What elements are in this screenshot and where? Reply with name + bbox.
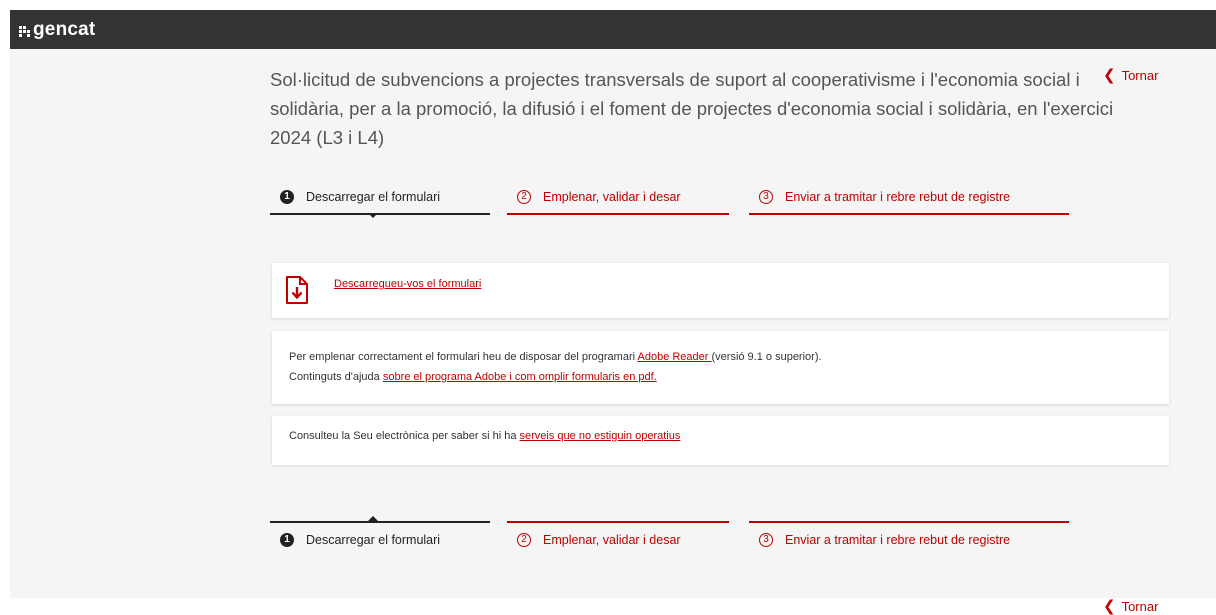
help-text: Continguts d'ajuda — [289, 371, 383, 383]
gencat-logo[interactable]: gencat — [19, 18, 95, 42]
requirements-text: Per emplenar correctament el formulari h… — [289, 351, 638, 363]
back-link-top[interactable]: ❮ Tornar — [1103, 68, 1158, 83]
adobe-help-link[interactable]: sobre el programa Adobe i com omplir for… — [383, 371, 657, 383]
page-title: Sol·licitud de subvencions a projectes t… — [270, 69, 1114, 148]
logo-text: gencat — [33, 19, 96, 40]
step-1-download[interactable]: 1 Descarregar el formulari — [270, 180, 490, 218]
version-text: (versió 9.1 o superior). — [711, 351, 822, 363]
step-number: 2 — [517, 189, 531, 204]
requirements-line-2: Continguts d'ajuda sobre el programa Ado… — [289, 367, 1169, 387]
back-link-bottom[interactable]: ❮ Tornar — [1103, 599, 1158, 614]
step-3-submit[interactable]: 3 Enviar a tramitar i rebre rebut de reg… — [749, 521, 1069, 556]
step-1-download[interactable]: 1 Descarregar el formulari — [270, 516, 490, 556]
step-label: Enviar a tramitar i rebre rebut de regis… — [785, 189, 1011, 204]
step-label: Enviar a tramitar i rebre rebut de regis… — [785, 532, 1011, 547]
chevron-left-icon: ❮ — [1103, 67, 1116, 84]
download-form-link[interactable]: Descarregueu-vos el formulari — [334, 278, 481, 290]
step-2-fill[interactable]: 2 Emplenar, validar i desar — [507, 521, 729, 556]
main-content: Sol·licitud de subvencions a projectes t… — [10, 49, 1216, 614]
step-number: 2 — [517, 532, 531, 547]
active-step-caret-icon — [368, 213, 378, 218]
back-link-label: Tornar — [1121, 599, 1159, 614]
requirements-card: Per emplenar correctament el formulari h… — [272, 331, 1169, 404]
step-number: 3 — [759, 532, 773, 547]
file-download-icon[interactable] — [285, 275, 309, 305]
step-label: Descarregar el formulari — [306, 189, 441, 204]
step-3-submit[interactable]: 3 Enviar a tramitar i rebre rebut de reg… — [749, 180, 1069, 215]
top-bar: gencat — [10, 10, 1216, 49]
inactive-services-link[interactable]: serveis que no estiguin operatius — [520, 430, 681, 442]
gencat-logo-icon — [19, 25, 30, 37]
step-number: 3 — [759, 189, 773, 204]
chevron-left-icon: ❮ — [1103, 598, 1116, 615]
step-number: 1 — [280, 189, 294, 204]
step-label: Emplenar, validar i desar — [543, 532, 681, 547]
step-2-fill[interactable]: 2 Emplenar, validar i desar — [507, 180, 729, 215]
requirements-line-1: Per emplenar correctament el formulari h… — [289, 347, 1169, 367]
back-link-label: Tornar — [1121, 68, 1159, 83]
step-label: Emplenar, validar i desar — [543, 189, 681, 204]
service-status-card: Consulteu la Seu electrònica per saber s… — [272, 416, 1169, 465]
download-card: Descarregueu-vos el formulari — [272, 263, 1169, 318]
active-step-caret-icon — [368, 516, 378, 521]
step-label: Descarregar el formulari — [306, 532, 441, 547]
adobe-reader-link[interactable]: Adobe Reader — [638, 351, 712, 363]
service-status-text: Consulteu la Seu electrònica per saber s… — [289, 430, 520, 442]
step-number: 1 — [280, 532, 294, 547]
